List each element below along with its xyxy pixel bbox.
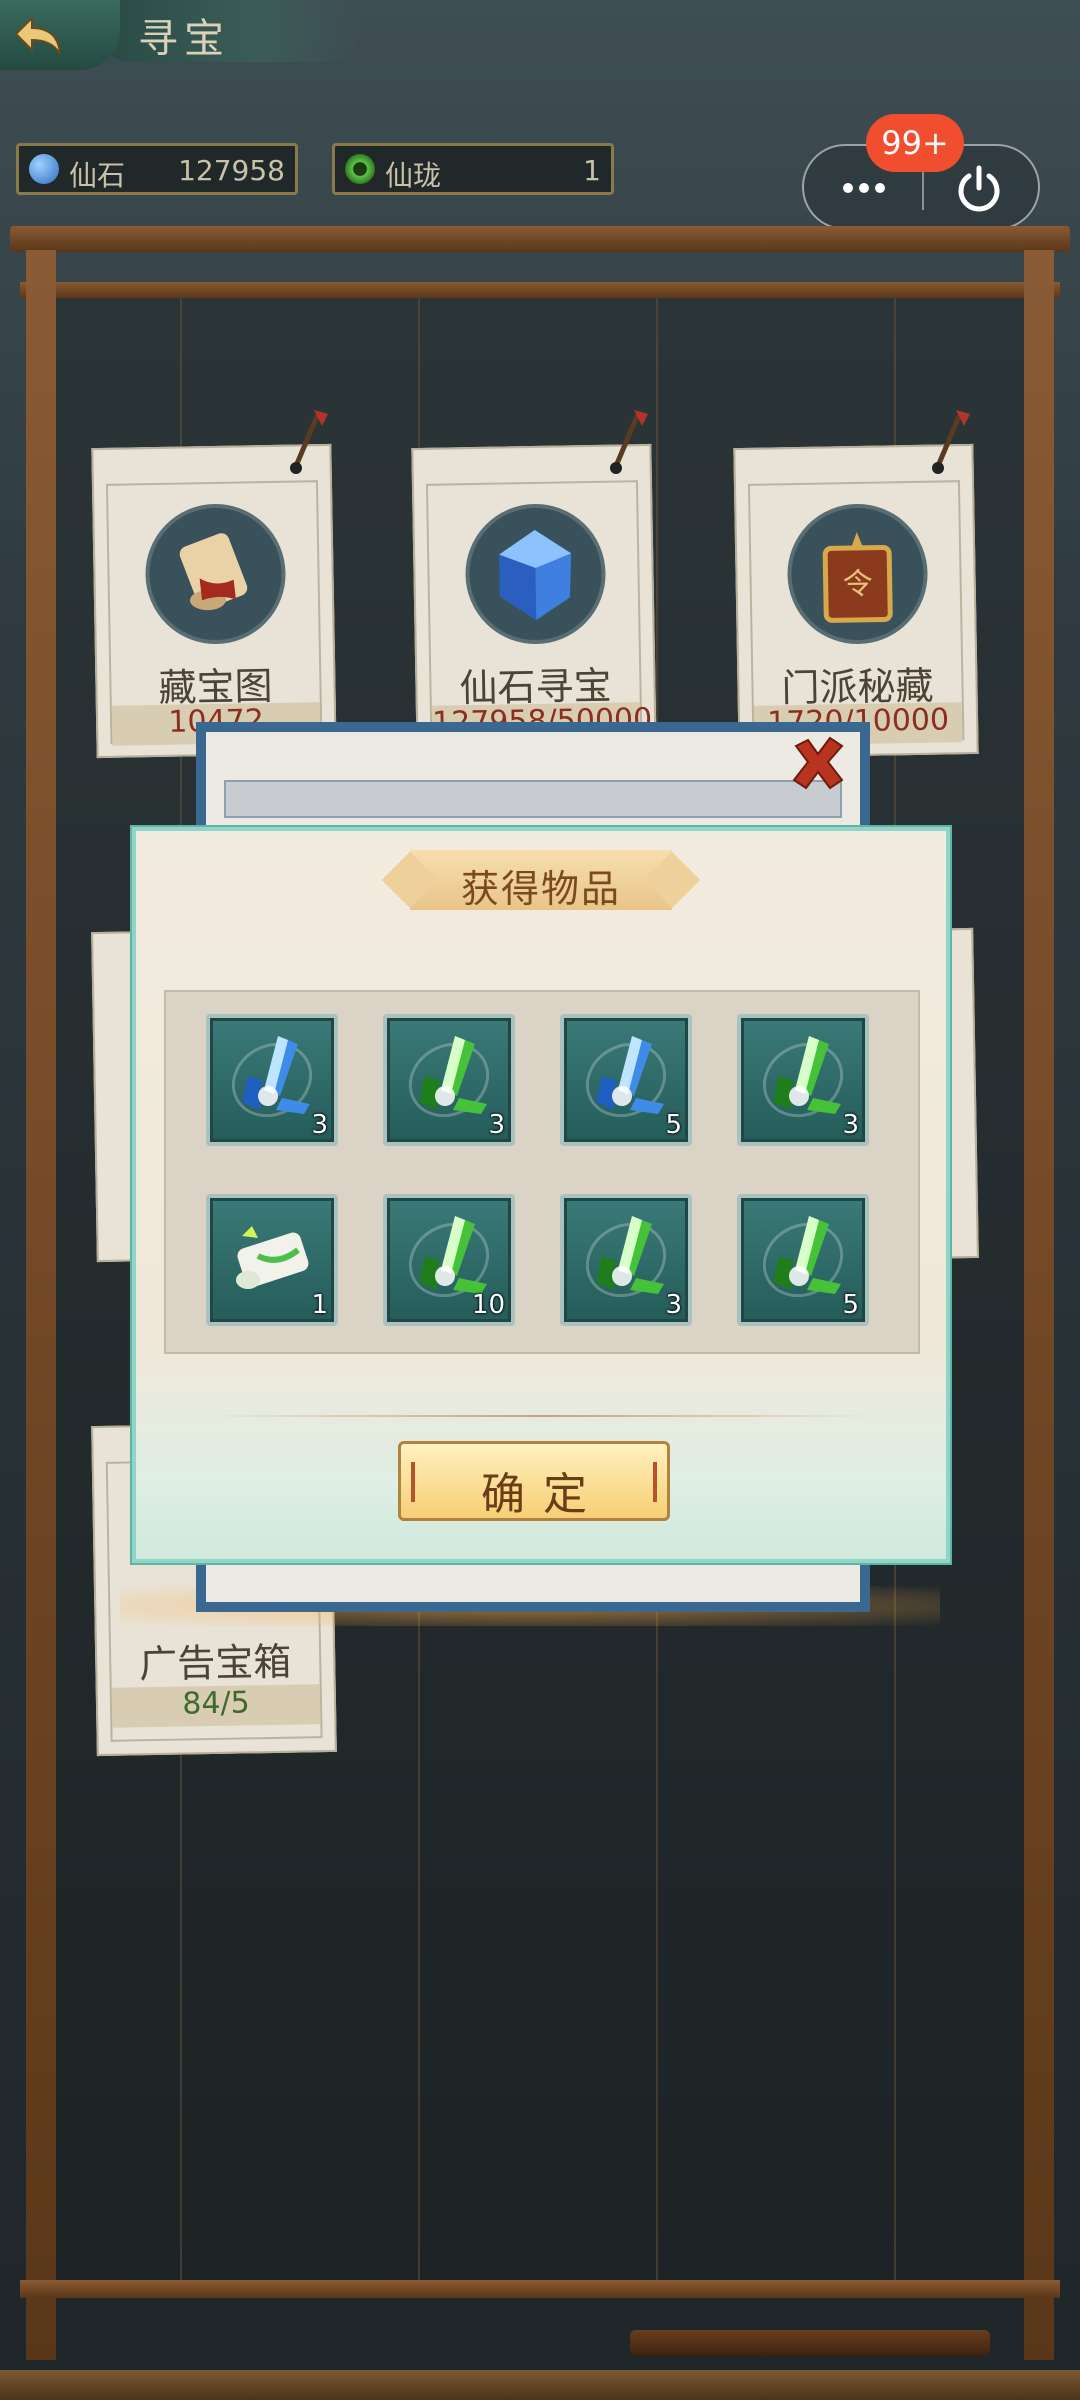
top-bar: 寻宝 (0, 0, 1080, 70)
reward-item[interactable]: 3 (206, 1014, 338, 1146)
currency-label: 仙珑 (385, 159, 442, 192)
frame-top-beam (10, 226, 1070, 252)
card-sect-secret[interactable]: 令 门派秘藏 1720/10000 (733, 443, 979, 759)
dart-pin-icon (610, 410, 648, 474)
green-orb-icon (345, 154, 375, 184)
card-treasure-map[interactable]: 藏宝图 10472 (91, 443, 337, 759)
currency-value: 1 (583, 154, 601, 187)
blue-crystal-icon (585, 1036, 667, 1118)
green-crystal-icon (762, 1036, 844, 1118)
notification-badge: 99+ (866, 114, 964, 172)
item-quantity: 3 (842, 1110, 859, 1140)
frame-left-post (26, 250, 56, 2360)
item-quantity: 3 (488, 1110, 505, 1140)
background-dialog-bar (224, 780, 842, 818)
item-quantity: 3 (311, 1110, 328, 1140)
green-crystal-icon (762, 1216, 844, 1298)
frame-bottom-rail (20, 2280, 1060, 2298)
reward-item[interactable]: 5 (737, 1194, 869, 1326)
reward-item[interactable]: 3 (383, 1014, 515, 1146)
dialog-title-banner: 获得物品 (410, 850, 672, 911)
blue-crystal-icon (231, 1036, 313, 1118)
green-crystal-icon (408, 1036, 490, 1118)
reward-dialog: 获得物品 3 3 5 3 1 10 3 5 确定 (132, 827, 950, 1563)
more-dots-icon[interactable] (834, 168, 894, 208)
confirm-button[interactable]: 确定 (398, 1441, 670, 1521)
frame-top-rail (20, 282, 1060, 298)
frame-right-post (1024, 250, 1054, 2360)
treasure-scroll-icon (144, 502, 287, 646)
blue-gem-icon (29, 154, 59, 184)
sect-token-icon: 令 (786, 502, 929, 646)
reward-item[interactable]: 3 (737, 1014, 869, 1146)
bench-decoration (630, 2330, 990, 2356)
item-quantity: 5 (665, 1110, 682, 1140)
svg-text:令: 令 (842, 567, 873, 603)
dart-pin-icon (932, 410, 970, 474)
close-icon[interactable] (788, 734, 848, 794)
confirm-label: 确定 (481, 1469, 605, 1520)
scroll-icon (236, 1226, 309, 1289)
back-arrow-icon (14, 15, 61, 55)
back-button[interactable] (0, 0, 120, 70)
item-quantity: 10 (471, 1290, 505, 1320)
reward-item[interactable]: 3 (560, 1194, 692, 1326)
item-quantity: 3 (665, 1290, 682, 1320)
reward-item-grid: 3 3 5 3 1 10 3 5 (164, 990, 920, 1354)
reward-item[interactable]: 1 (206, 1194, 338, 1326)
currency-xianlong: 仙珑 1 (332, 143, 614, 195)
currency-value: 127958 (178, 154, 285, 187)
currency-xianshi: 仙石 127958 (16, 143, 298, 195)
dialog-divider (206, 1415, 878, 1417)
reward-item[interactable]: 10 (383, 1194, 515, 1326)
page-title: 寻宝 (138, 16, 230, 62)
power-icon[interactable] (952, 162, 1006, 216)
dart-pin-icon (290, 410, 328, 474)
blue-gem-icon (464, 502, 607, 646)
card-count: 84/5 (111, 1684, 321, 1728)
item-quantity: 1 (311, 1290, 328, 1320)
dialog-title: 获得物品 (460, 867, 621, 911)
item-quantity: 5 (842, 1290, 859, 1320)
bottom-strip (0, 2370, 1080, 2400)
card-name: 广告宝箱 (138, 1639, 292, 1687)
card-xianshi-treasure[interactable]: 仙石寻宝 127958/50000 (411, 443, 657, 759)
currency-label: 仙石 (69, 159, 126, 192)
green-crystal-icon (585, 1216, 667, 1298)
reward-item[interactable]: 5 (560, 1014, 692, 1146)
